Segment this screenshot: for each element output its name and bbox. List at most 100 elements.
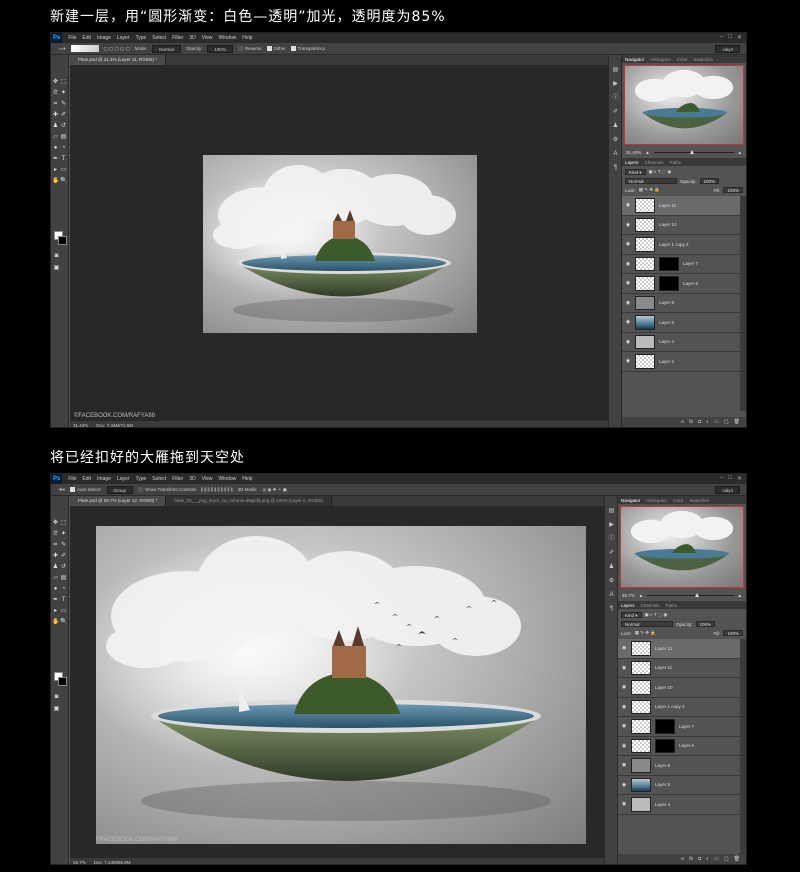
pen-tool-icon[interactable]: ✒ [52, 156, 59, 163]
layer-row[interactable]: ◉ Layer 2 [622, 352, 740, 372]
brush-tool-icon[interactable]: ✐ [60, 112, 67, 119]
layers-scrollbar[interactable] [740, 639, 746, 854]
menu-image[interactable]: Image [97, 35, 111, 41]
menu-window[interactable]: Window [218, 35, 236, 41]
lock-icons[interactable]: ▦ ✎ ✥ 🔒 [639, 187, 660, 193]
group-dropdown[interactable]: Group [106, 485, 134, 494]
adjustment-icon[interactable]: ◐ [706, 419, 709, 425]
shape-tool-icon[interactable]: ▭ [60, 608, 67, 615]
layer-row[interactable]: ◉ Layer 8 [622, 294, 740, 313]
visibility-eye-icon[interactable]: ◉ [625, 280, 631, 286]
tab-color[interactable]: Color [677, 57, 688, 62]
tab-channels[interactable]: Channels [641, 603, 660, 608]
move-tool-icon[interactable]: ✥ [52, 520, 59, 527]
path-select-icon[interactable]: ▸ [52, 608, 59, 615]
menu-3d[interactable]: 3D [189, 476, 195, 482]
visibility-eye-icon[interactable]: ◉ [625, 202, 631, 208]
visibility-eye-icon[interactable]: ◉ [621, 704, 627, 710]
document-tab-birds[interactable]: birds_02___png_stock_by_mbonio-d9qlofd.p… [166, 496, 333, 506]
zoom-level[interactable]: 55.7% [73, 860, 86, 865]
blend-mode-dropdown[interactable]: Normal [621, 621, 673, 627]
menu-type[interactable]: Type [135, 35, 146, 41]
adjust-panel-icon[interactable]: ⚙ [612, 137, 619, 143]
layer-mask-thumbnail[interactable] [655, 738, 675, 753]
history-panel-icon[interactable]: ▤ [612, 67, 619, 73]
background-color[interactable] [58, 236, 67, 245]
blur-tool-icon[interactable]: ● [52, 145, 59, 152]
zoom-tool-icon[interactable]: 🔍 [60, 619, 67, 626]
close-icon[interactable]: ✕ [737, 34, 742, 41]
menu-help[interactable]: Help [242, 476, 252, 482]
lock-icons[interactable]: ▦ ✎ ✥ 🔒 [635, 630, 656, 636]
opacity-field[interactable]: 100% [207, 44, 233, 53]
layer-row[interactable]: ◉ Layer 11 [622, 196, 740, 216]
lasso-tool-icon[interactable]: ᘓ [52, 90, 59, 97]
menu-edit[interactable]: Edit [82, 35, 91, 41]
new-layer-icon[interactable]: ▢ [724, 419, 729, 425]
layer-row[interactable]: ◉ Layer 10 [622, 216, 740, 235]
menu-select[interactable]: Select [152, 35, 166, 41]
visibility-eye-icon[interactable]: ◉ [621, 645, 627, 651]
trash-icon[interactable]: 🗑 [734, 856, 740, 862]
tab-navigator[interactable]: Navigator [625, 57, 644, 62]
eyedropper-tool-icon[interactable]: ✎ [60, 101, 67, 108]
layer-row[interactable]: ◉ Layer 12 [618, 639, 740, 659]
stamp-tool-icon[interactable]: ♟ [52, 123, 59, 130]
visibility-eye-icon[interactable]: ◉ [625, 358, 631, 364]
dodge-tool-icon[interactable]: ◔ [60, 145, 67, 152]
zoom-slider[interactable] [653, 149, 734, 154]
document-tab[interactable]: Plate.psd @ 55.7% (Layer 12, RGB/8) * [70, 496, 167, 506]
maximize-icon[interactable]: □ [728, 475, 732, 482]
minimize-icon[interactable]: – [720, 475, 723, 482]
screen-mode-icon[interactable]: ▣ [53, 706, 60, 713]
workspace-dropdown[interactable]: caly4 [715, 45, 740, 53]
type-tool-icon[interactable]: T [60, 597, 67, 604]
visibility-eye-icon[interactable]: ◉ [625, 339, 631, 345]
menu-image[interactable]: Image [97, 476, 111, 482]
gradient-types-icon[interactable]: ▢ ▢ ▢ ▢ ▢ [104, 46, 130, 52]
layer-mask-thumbnail[interactable] [655, 719, 675, 734]
move-tool-icon[interactable]: ✥ [52, 79, 59, 86]
layer-mask-thumbnail[interactable] [659, 256, 679, 271]
zoom-in-icon[interactable]: ▲ [738, 593, 742, 598]
dodge-tool-icon[interactable]: ◔ [60, 586, 67, 593]
tab-paths[interactable]: Paths [670, 160, 682, 165]
marquee-tool-icon[interactable]: ⬚ [60, 79, 67, 86]
menu-layer[interactable]: Layer [117, 476, 130, 482]
para-panel-icon[interactable]: ¶ [612, 165, 619, 171]
lasso-tool-icon[interactable]: ᘓ [52, 531, 59, 538]
move-tool-icon[interactable]: ✥▾ [59, 487, 65, 493]
filter-icons[interactable]: ▣ ◐ T ⬚ ◉ [645, 612, 668, 618]
visibility-eye-icon[interactable]: ◉ [621, 743, 627, 749]
opacity-field[interactable]: 100% [699, 178, 720, 184]
visibility-eye-icon[interactable]: ◉ [621, 684, 627, 690]
info-panel-icon[interactable]: ⓘ [608, 536, 615, 542]
brush-tool-icon[interactable]: ✐ [60, 553, 67, 560]
window-controls[interactable]: – □ ✕ [720, 475, 742, 482]
nav-zoom-value[interactable]: 55.7% [622, 593, 635, 598]
actions-panel-icon[interactable]: ▶ [612, 81, 619, 87]
menu-select[interactable]: Select [152, 476, 166, 482]
auto-select-checkbox[interactable]: Auto-Select: [70, 487, 102, 493]
path-select-icon[interactable]: ▸ [52, 167, 59, 174]
visibility-eye-icon[interactable]: ◉ [621, 665, 627, 671]
char-panel-icon[interactable]: A [612, 151, 619, 157]
reverse-checkbox[interactable]: Reverse [237, 46, 262, 52]
adjust-panel-icon[interactable]: ⚙ [608, 578, 615, 584]
history-brush-icon[interactable]: ↺ [60, 564, 67, 571]
hand-tool-icon[interactable]: ✋ [52, 178, 59, 185]
tab-paths[interactable]: Paths [666, 603, 678, 608]
zoom-slider[interactable] [647, 592, 734, 597]
tab-channels[interactable]: Channels [645, 160, 664, 165]
eraser-tool-icon[interactable]: ▱ [52, 134, 59, 141]
brush-panel-icon[interactable]: ✐ [612, 109, 619, 115]
zoom-level[interactable]: 31.44% [73, 423, 88, 428]
quick-mask-icon[interactable]: ◙ [53, 694, 60, 701]
info-panel-icon[interactable]: ⓘ [612, 95, 619, 101]
layer-row[interactable]: ◉ Layer 4 [622, 333, 740, 352]
crop-tool-icon[interactable]: ⌗ [52, 542, 59, 549]
workspace-dropdown[interactable]: caly4 [715, 486, 740, 494]
tab-swatches[interactable]: Swatches [694, 57, 714, 62]
clone-panel-icon[interactable]: ♟ [608, 564, 615, 570]
wand-tool-icon[interactable]: ✦ [60, 90, 67, 97]
